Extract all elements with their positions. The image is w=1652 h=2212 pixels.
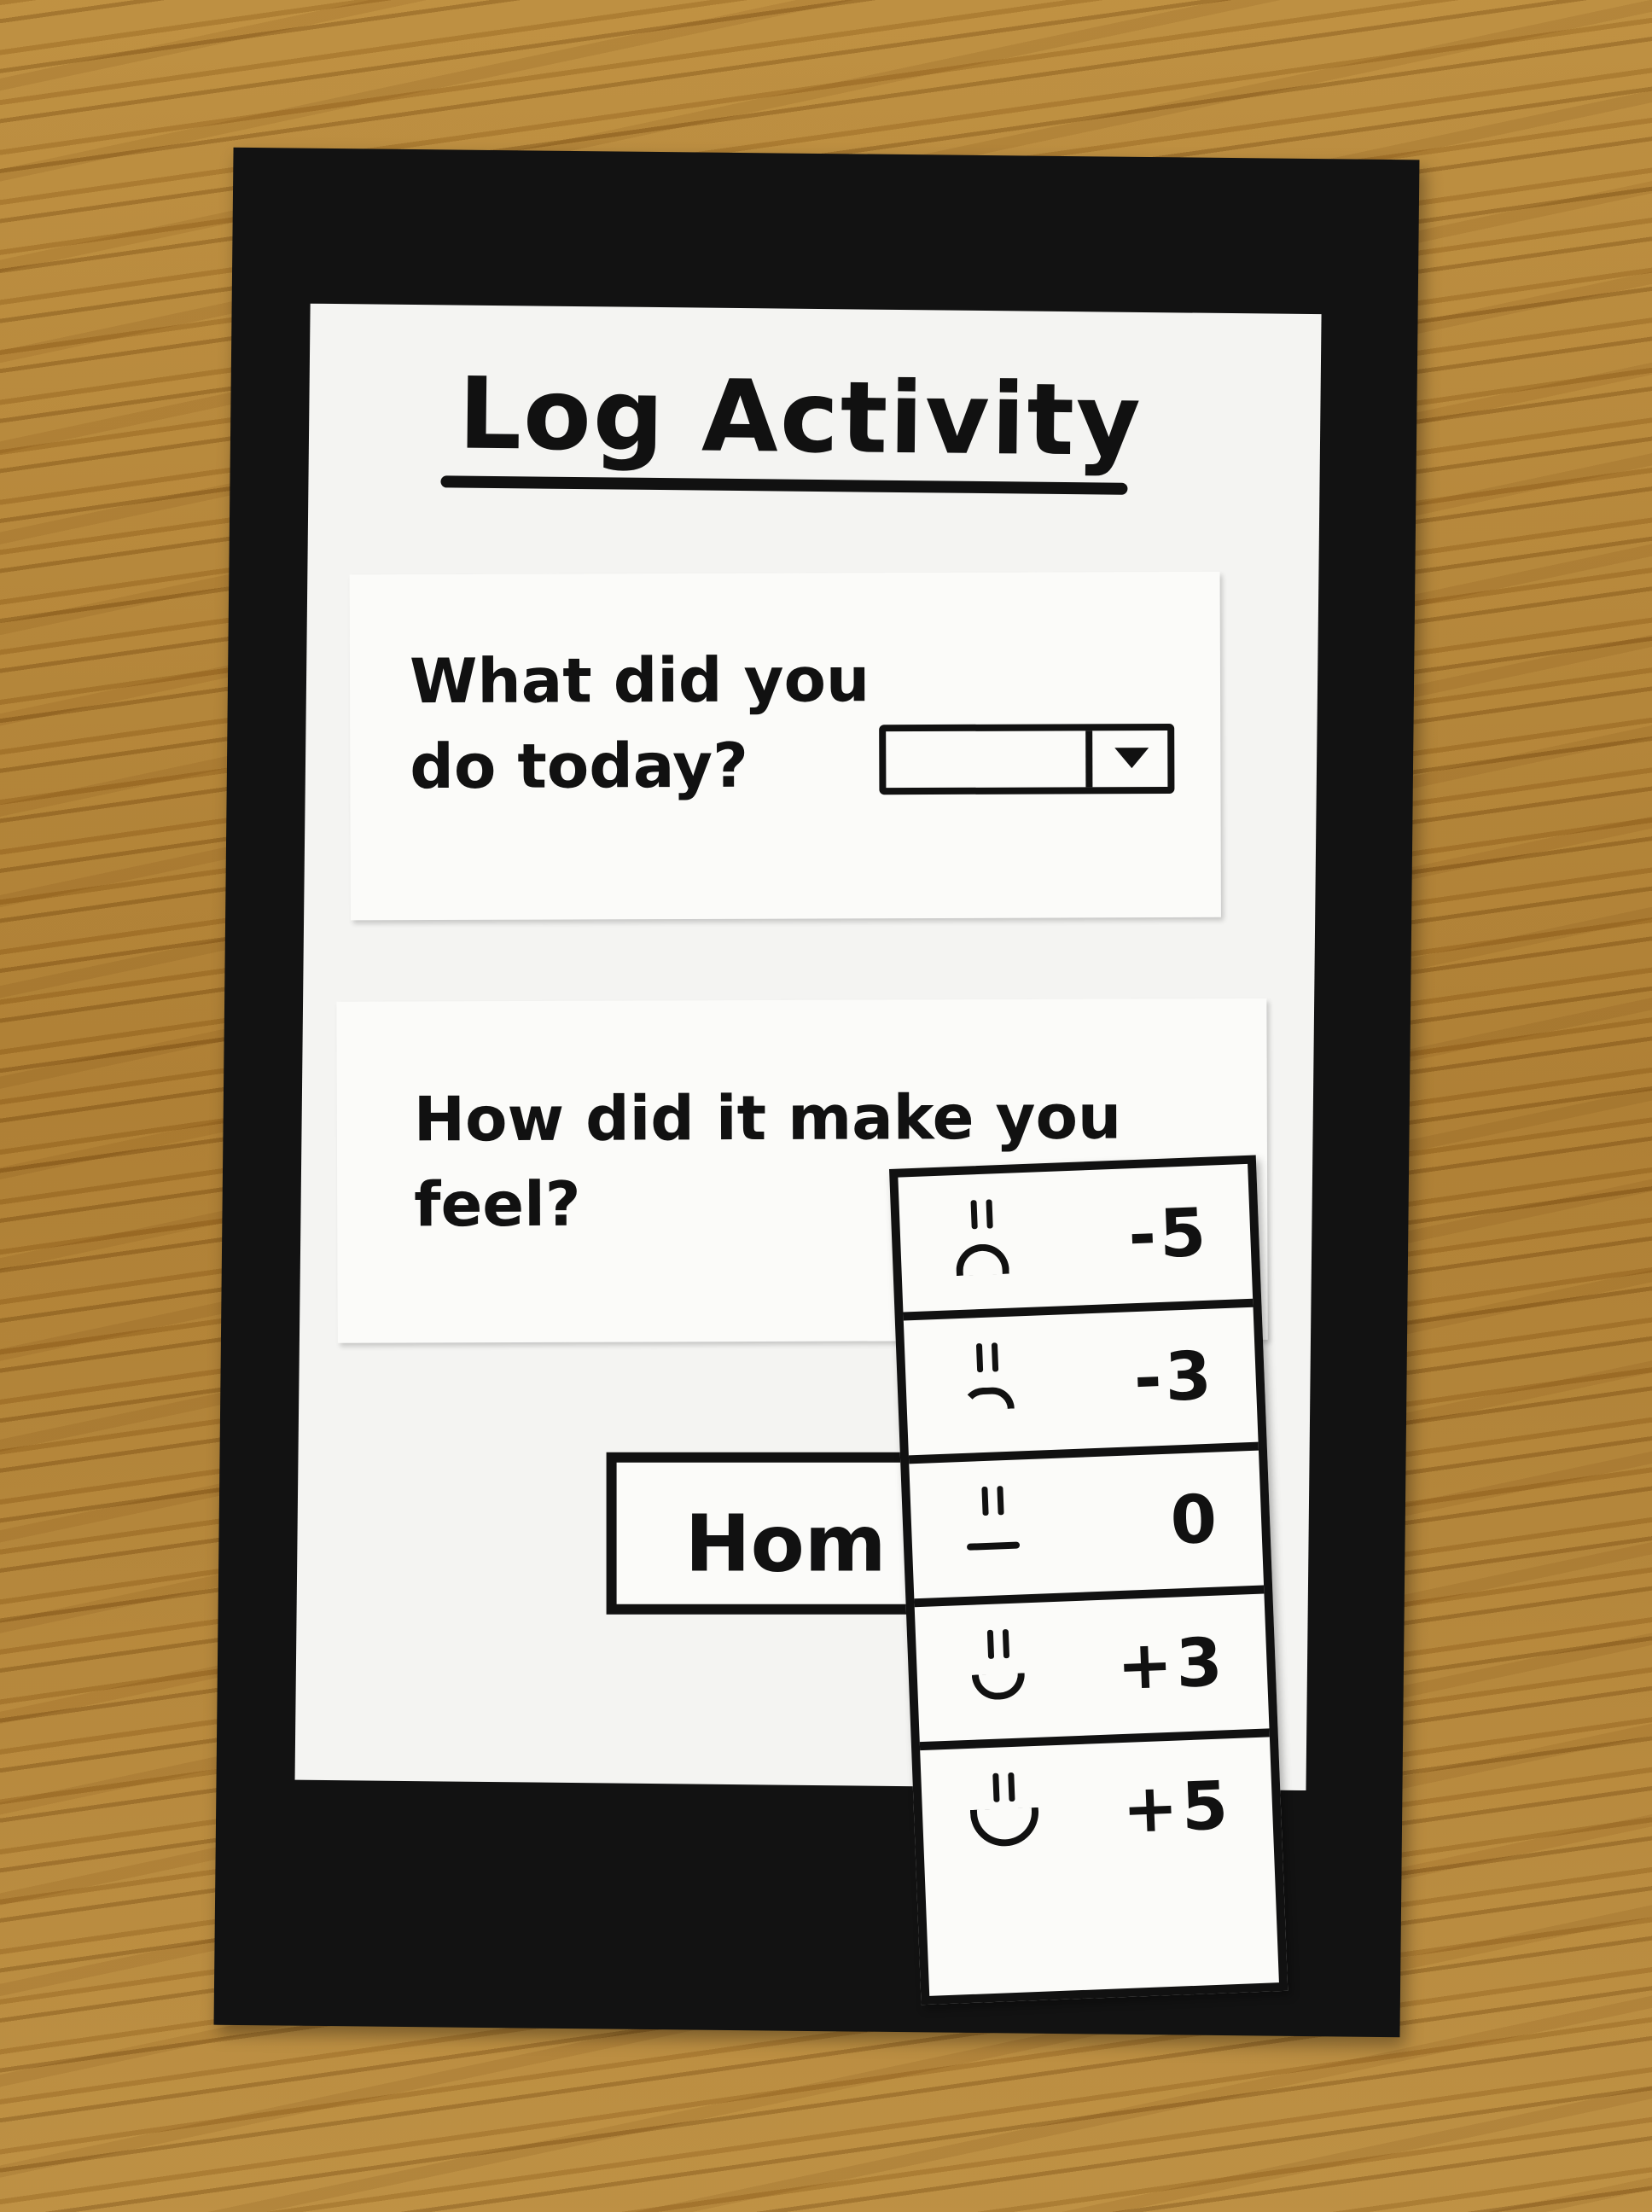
activity-select[interactable] [879, 724, 1175, 795]
mood-value: +5 [1120, 1767, 1233, 1849]
mood-option-0[interactable]: 0 [909, 1450, 1265, 1608]
mood-value: +3 [1115, 1624, 1228, 1706]
page-title: Log Activity [457, 356, 1143, 479]
happy-face-icon [963, 1623, 1035, 1720]
mood-value: -3 [1132, 1337, 1217, 1418]
mood-option-minus-5[interactable]: -5 [898, 1163, 1254, 1321]
select-divider [1085, 731, 1093, 788]
very-sad-face-icon [946, 1193, 1018, 1289]
sad-face-icon [952, 1336, 1024, 1433]
very-happy-face-icon [969, 1767, 1040, 1863]
activity-question: What did you do today? [409, 643, 870, 803]
chevron-down-icon[interactable] [1114, 748, 1149, 769]
mood-dropdown-list: -5 -3 0 +3 +5 [889, 1155, 1288, 2005]
home-button-label: Hom [684, 1498, 887, 1590]
mood-option-minus-3[interactable]: -3 [903, 1307, 1259, 1464]
neutral-face-icon [957, 1480, 1029, 1576]
mood-option-plus-3[interactable]: +3 [914, 1593, 1270, 1751]
mood-value: -5 [1126, 1194, 1211, 1275]
mood-value: 0 [1169, 1481, 1222, 1560]
title-underline [440, 475, 1128, 495]
activity-card: What did you do today? [349, 571, 1221, 921]
mood-option-plus-5[interactable]: +5 [920, 1737, 1275, 1885]
